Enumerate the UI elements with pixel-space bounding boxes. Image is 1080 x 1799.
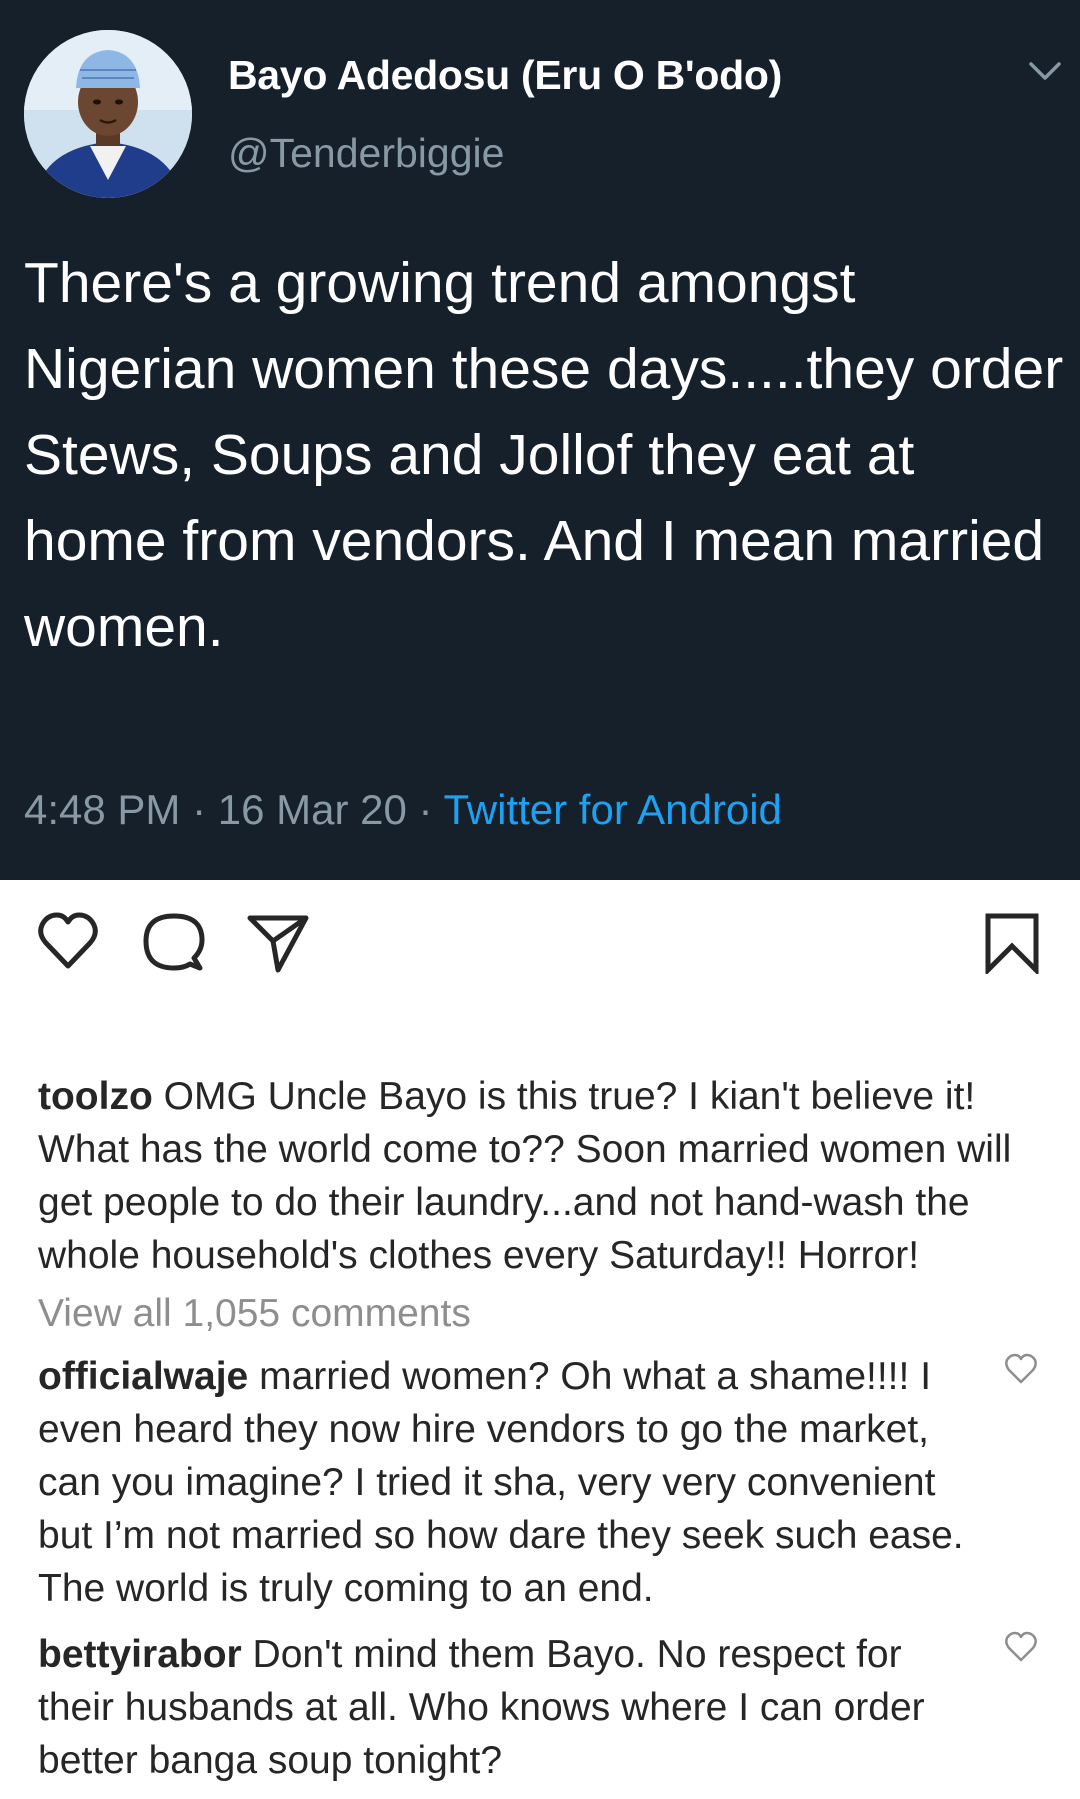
comment-username[interactable]: officialwaje [38,1355,248,1398]
meta-separator: · [418,786,444,833]
tweet-card: Bayo Adedosu (Eru O B'odo) @Tenderbiggie… [0,0,1080,880]
user-handle[interactable]: @Tenderbiggie [228,130,504,177]
comment-username[interactable]: toolzo [38,1075,153,1118]
view-all-comments-link[interactable]: View all 1,055 comments [38,1292,471,1336]
comment-text: OMG Uncle Bayo is this true? I kian't be… [38,1075,1012,1277]
post-action-bar [0,880,1080,1010]
comment-username[interactable]: bettyirabor [38,1633,242,1676]
comment-item: officialwaje married women? Oh what a sh… [38,1350,978,1615]
display-name[interactable]: Bayo Adedosu (Eru O B'odo) [228,52,782,99]
bookmark-icon[interactable] [980,910,1044,974]
tweet-meta: 4:48 PM · 16 Mar 20 · Twitter for Androi… [24,786,782,834]
avatar[interactable] [24,30,192,198]
profile-photo-icon [24,30,192,198]
tweet-text: There's a growing trend amongst Nigerian… [24,251,1064,659]
meta-separator: · [192,786,218,833]
heart-icon[interactable] [36,910,100,974]
comment-icon[interactable] [142,910,206,974]
comment-item: bettyirabor Don't mind them Bayo. No res… [38,1628,978,1787]
comment-like-heart-icon[interactable] [1004,1630,1038,1664]
share-icon[interactable] [246,910,310,974]
caption-comment: toolzo OMG Uncle Bayo is this true? I ki… [38,1070,1048,1282]
chevron-down-icon[interactable] [1028,60,1062,82]
comment-like-heart-icon[interactable] [1004,1352,1038,1386]
tweet-date: 16 Mar 20 [217,786,407,833]
tweet-time: 4:48 PM [24,786,181,833]
tweet-source-link[interactable]: Twitter for Android [443,786,781,833]
